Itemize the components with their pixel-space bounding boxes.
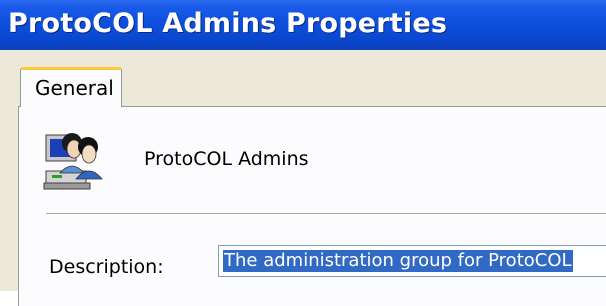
tab-join bbox=[21, 104, 121, 108]
user-group-icon bbox=[43, 133, 103, 190]
title-bar[interactable]: ProtoCOL Admins Properties bbox=[0, 0, 606, 50]
window-title: ProtoCOL Admins Properties bbox=[8, 8, 448, 39]
description-label: Description: bbox=[49, 256, 164, 278]
tab-general-label: General bbox=[35, 76, 114, 100]
tab-general[interactable]: General bbox=[20, 67, 122, 107]
description-field[interactable]: The administration group for ProtoCOL bbox=[218, 245, 606, 277]
separator bbox=[46, 213, 606, 215]
description-value: The administration group for ProtoCOL bbox=[223, 250, 573, 272]
group-name: ProtoCOL Admins bbox=[144, 148, 309, 170]
